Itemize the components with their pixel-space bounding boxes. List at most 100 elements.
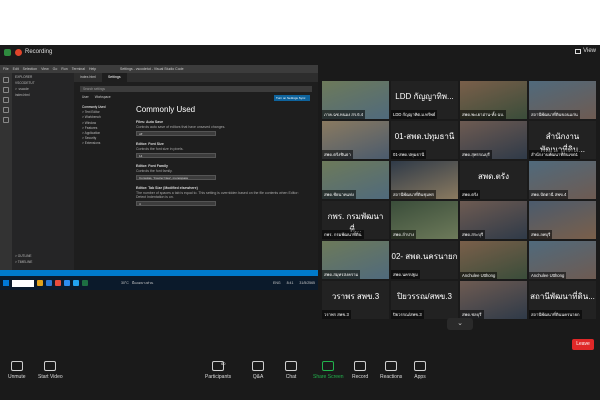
weather-label: มีแดดบางส่วน: [131, 281, 154, 285]
share-screen-button[interactable]: Share Screen: [313, 361, 344, 380]
settings-heading: Commonly Used: [136, 105, 196, 114]
vscode-window-title: Settings - vscodetut - Visual Studio Cod…: [120, 67, 184, 71]
participant-tile[interactable]: สถานีพัฒนาที่ดิน... สถานีพัฒนาที่ดินนครนา…: [529, 281, 596, 319]
excel-icon[interactable]: [82, 280, 88, 286]
tab-index-html[interactable]: index.html: [74, 73, 102, 82]
menu-item[interactable]: Go: [53, 67, 58, 71]
vscode-app-icon[interactable]: [73, 280, 79, 286]
menu-item[interactable]: Run: [61, 67, 67, 71]
tab-settings[interactable]: Settings: [101, 73, 127, 82]
menu-item[interactable]: Help: [89, 67, 96, 71]
security-shield-icon[interactable]: [4, 48, 11, 56]
scope-workspace[interactable]: Workspace: [95, 95, 111, 99]
participant-tile[interactable]: สำนักงานพัฒนาที่ดิน...สำนักงานพัฒนาที่ดิ…: [529, 121, 596, 159]
chrome-icon[interactable]: [55, 280, 61, 286]
participant-tile[interactable]: สถานีพัฒนาที่ดินขอนแก่น: [529, 81, 596, 119]
extensions-icon[interactable]: [3, 117, 9, 123]
menu-item[interactable]: Terminal: [72, 67, 85, 71]
control-label: Q&A: [252, 374, 264, 380]
participant-name-large: LDD กัญญาทิพ...: [395, 92, 454, 101]
apps-button[interactable]: Apps: [414, 361, 426, 380]
menu-item[interactable]: Edit: [13, 67, 19, 71]
explorer-item[interactable]: VSCODETUT: [15, 81, 71, 85]
participant-name-label: สพด.ตรังชินธา: [322, 150, 353, 159]
participant-tile[interactable]: สถานีพัฒนาที่ดินชุมพร: [391, 161, 458, 199]
chat-button[interactable]: Chat: [285, 361, 297, 380]
participant-name-large: สถานีพัฒนาที่ดิน...: [530, 292, 595, 301]
participant-tile[interactable]: สพด.ปัตตานี สพข.4: [529, 161, 596, 199]
participant-name-label: LDD กัญญาทิต.ม.ทรัพย์: [391, 110, 438, 119]
participant-tile[interactable]: LDD กัญญาทิพ... LDD กัญญาทิต.ม.ทรัพย์: [391, 81, 458, 119]
participant-tile[interactable]: Anchulee Utthong: [529, 241, 596, 279]
run-debug-icon[interactable]: [3, 107, 9, 113]
participant-tile[interactable]: สพด.ชัยนาทแห่ง: [322, 161, 389, 199]
explorer-item[interactable]: index.html: [15, 93, 71, 97]
video-off-icon: [44, 361, 57, 371]
control-label: Apps: [414, 374, 426, 380]
view-button[interactable]: View: [575, 48, 596, 54]
start-video-button[interactable]: Start Video: [38, 361, 63, 380]
record-button[interactable]: Record: [352, 361, 368, 380]
source-control-icon[interactable]: [3, 97, 9, 103]
clock-date: 31/5/2565: [299, 281, 315, 285]
control-label: Unmute: [8, 374, 26, 380]
participant-tile[interactable]: 01-สพด.ปทุมธานี 01-สพด.ปทุมธานี: [391, 121, 458, 159]
setting-title: Files: Auto Save: [136, 120, 164, 124]
explorer-icon[interactable]: [3, 77, 9, 83]
menu-item[interactable]: View: [41, 67, 49, 71]
control-label: Share Screen: [313, 374, 344, 380]
participant-tile[interactable]: ภาค.ฉช.หนอง สร.6.4: [322, 81, 389, 119]
participant-tile[interactable]: สพด.สมุทรสงคราม: [322, 241, 389, 279]
participant-tile[interactable]: สพด.ตรัง สพด.ตรัง: [460, 161, 527, 199]
participants-button[interactable]: Participants 60: [205, 361, 231, 380]
scope-user[interactable]: User: [82, 95, 89, 99]
leave-button[interactable]: Leave: [572, 339, 594, 350]
gallery-expand-chevron-icon[interactable]: ⌄: [447, 318, 473, 330]
reactions-button[interactable]: Reactions: [380, 361, 402, 380]
timeline-section[interactable]: > TIMELINE: [15, 260, 32, 264]
participant-tile[interactable]: กพร. กรมพัฒนาที่...กพร. กรมพัฒนาที่ดิน: [322, 201, 389, 239]
setting-description: Controls auto save of editors that have …: [136, 125, 226, 129]
file-explorer-icon[interactable]: [37, 280, 43, 286]
vscode-titlebar: File Edit Selection View Go Run Terminal Help S…: [0, 65, 318, 73]
participant-tile[interactable]: ปิยวรรณ/สพข.3 ปิยวรรณ/สพข.3: [391, 281, 458, 319]
taskbar-search-input[interactable]: [12, 279, 34, 287]
unmute-button[interactable]: Unmute: [8, 361, 26, 380]
participant-tile[interactable]: สพด.พะเยาอ่าน-ทั้ง ฉบ.: [460, 81, 527, 119]
participant-name-label: สพด.พะเยาอ่าน-ทั้ง ฉบ.: [460, 110, 507, 119]
qa-icon: [252, 361, 264, 371]
setting-entry: Files: Auto Save Controls auto save of ed…: [136, 120, 306, 136]
participant-tile[interactable]: สพด.สระบุรี: [460, 201, 527, 239]
settings-search-input[interactable]: Search settings: [80, 86, 312, 92]
setting-value-input[interactable]: 14: [136, 153, 216, 158]
zoom-app-icon[interactable]: [64, 280, 70, 286]
participant-tile[interactable]: สพด.ลพบุรี: [529, 201, 596, 239]
setting-description: Controls the font family.: [136, 169, 173, 173]
participant-tile[interactable]: สพด.ชลบุรี: [460, 281, 527, 319]
participant-tile[interactable]: 02- สพด.นครนายก สพด.นครปฐม: [391, 241, 458, 279]
participant-name-label: สถานีพัฒนาที่ดินขอนแก่น: [529, 110, 580, 119]
setting-title: Editor: Tab Size (Modified elsewhere): [136, 186, 198, 190]
menu-item[interactable]: Selection: [23, 67, 37, 71]
participant-tile[interactable]: Anchulee Utthong: [460, 241, 527, 279]
outline-section[interactable]: > OUTLINE: [15, 254, 32, 258]
participant-tile[interactable]: สพด.ตรังชินธา: [322, 121, 389, 159]
zoom-topbar: Recording: [0, 45, 600, 59]
setting-value-input[interactable]: Consolas, 'Courier New', monospace: [136, 175, 216, 180]
participant-tile[interactable]: สพด.ลำปาง: [391, 201, 458, 239]
setting-value-input[interactable]: 4: [136, 201, 216, 206]
setting-value-input[interactable]: off: [136, 131, 216, 136]
participant-tile[interactable]: สพด.สุพรรณบุรี: [460, 121, 527, 159]
windows-start-icon[interactable]: [3, 280, 9, 286]
search-icon[interactable]: [3, 87, 9, 93]
participant-tile[interactable]: วราพร สพข.3 วราพร สพข.3: [322, 281, 389, 319]
settings-tree-item[interactable]: > Extensions: [82, 141, 122, 146]
menu-item[interactable]: File: [3, 67, 9, 71]
explorer-item[interactable]: > .vscode: [15, 87, 71, 91]
language-indicator[interactable]: ENG: [273, 281, 281, 285]
q-a-button[interactable]: Q&A: [252, 361, 264, 380]
edge-icon[interactable]: [46, 280, 52, 286]
settings-sync-button[interactable]: Turn on Settings Sync: [274, 95, 310, 101]
meeting-control-bar: Unmute Start Video Participants 60 Q&A Chat Sh…: [0, 357, 600, 400]
participant-name-label: สพด.ลำปาง: [391, 230, 417, 239]
